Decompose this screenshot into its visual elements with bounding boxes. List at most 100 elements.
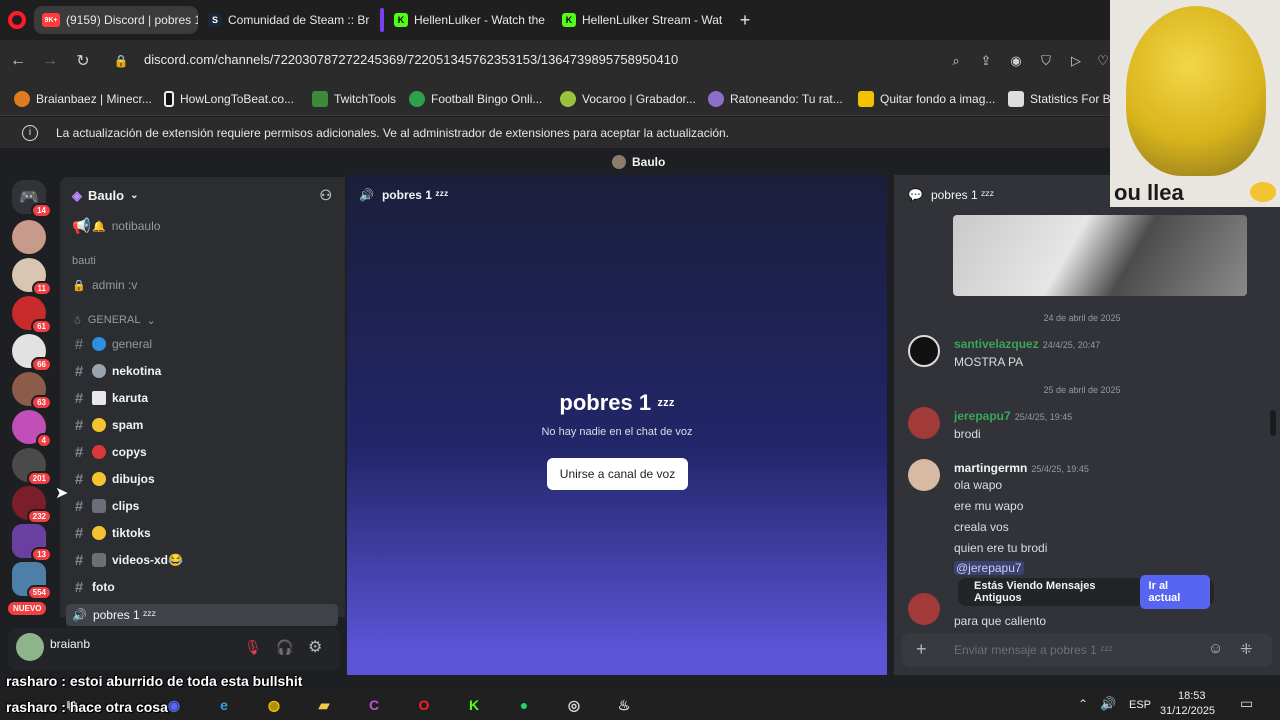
hash-icon: # — [74, 416, 84, 434]
send-icon[interactable]: ▷ — [1065, 50, 1087, 72]
channel-item-foto[interactable]: # foto — [72, 576, 115, 598]
bookmark-item[interactable]: HowLongToBeat.co... — [164, 91, 294, 107]
apps-icon[interactable]: ⁜ — [1240, 640, 1253, 658]
avatar[interactable] — [908, 593, 940, 625]
image-attachment[interactable] — [953, 215, 1247, 296]
forward-arrow-icon[interactable]: → — [39, 50, 61, 72]
minion-image — [1126, 6, 1266, 176]
bookmark-item[interactable]: Braianbaez | Minecr... — [14, 91, 152, 107]
channel-item-copys[interactable]: # copys — [72, 441, 147, 463]
server-icon[interactable]: 201 — [12, 448, 52, 486]
headphones-icon[interactable]: 🎧 — [276, 639, 293, 656]
invite-people-icon[interactable]: ⚇ — [319, 187, 332, 204]
bookmark-item[interactable]: Football Bingo Onli... — [409, 91, 542, 107]
chat-bubble-icon: 💬 — [908, 188, 923, 202]
canva-icon[interactable]: C — [362, 694, 386, 716]
jump-to-present-button[interactable]: Ir al actual — [1139, 575, 1210, 609]
notifications-icon[interactable]: ▭ — [1240, 695, 1253, 712]
author-name[interactable]: jerepapu7 — [954, 409, 1011, 423]
back-arrow-icon[interactable]: ← — [7, 50, 29, 72]
spotify-icon[interactable]: ● — [512, 694, 536, 716]
channel-item-general[interactable]: # general — [72, 333, 152, 355]
bookmark-item[interactable]: Quitar fondo a imag... — [858, 91, 995, 107]
avatar[interactable] — [908, 407, 940, 439]
message-input[interactable]: + Enviar mensaje a pobres 1 ᶻᶻᶻ ☺ ⁜ — [902, 633, 1272, 667]
avatar[interactable] — [908, 335, 940, 367]
message-header: santivelazquez 24/4/25, 20:47 — [954, 337, 1100, 351]
server-icon[interactable] — [12, 220, 46, 254]
channel-item-admin[interactable]: 🔒 admin :v — [72, 274, 137, 296]
bookmark-item[interactable]: Statistics For Be — [1008, 91, 1117, 107]
tray-chevron-icon[interactable]: ⌃ — [1078, 697, 1088, 711]
bookmark-item[interactable]: Vocaroo | Grabador... — [560, 91, 696, 107]
avatar[interactable] — [16, 633, 44, 661]
chrome-icon[interactable]: ◍ — [262, 694, 286, 716]
language-indicator[interactable]: ESP — [1129, 699, 1151, 711]
reload-icon[interactable]: ↻ — [72, 50, 94, 72]
mute-mic-icon[interactable]: 🎙 — [244, 639, 262, 656]
channel-item-videos-xd[interactable]: # videos-xd😂 — [72, 549, 183, 571]
kick-app-icon[interactable]: K — [462, 694, 486, 716]
clock-time[interactable]: 18:53 — [1178, 690, 1206, 702]
channel-item-dibujos[interactable]: # dibujos — [72, 468, 155, 490]
mention[interactable]: @jerepapu7 — [954, 561, 1024, 575]
voice-channel-pobres-1[interactable]: 🔊 pobres 1 ᶻᶻᶻ — [66, 604, 338, 626]
opera-logo-icon[interactable] — [8, 11, 26, 29]
gear-icon[interactable]: ⚙ — [308, 637, 322, 657]
server-icon[interactable]: 13 — [12, 524, 52, 562]
tab-kick-2[interactable]: K HellenLulker Stream - Wat — [554, 6, 728, 34]
camera-icon[interactable]: ◉ — [1005, 50, 1027, 72]
category-bauti[interactable]: bauti — [72, 255, 96, 267]
category-general[interactable]: ☃ GENERAL ⌄ — [72, 314, 156, 327]
new-badge[interactable]: NUEVO — [8, 602, 47, 615]
old-messages-bar: Estás Viendo Mensajes Antiguos Ir al act… — [958, 575, 1214, 609]
server-icon[interactable]: 11 — [12, 258, 52, 296]
avatar[interactable] — [908, 459, 940, 491]
server-icon[interactable]: 4 — [12, 410, 52, 448]
clock-date[interactable]: 31/12/2025 — [1160, 705, 1215, 717]
message-placeholder: Enviar mensaje a pobres 1 ᶻᶻᶻ — [954, 643, 1113, 657]
search-page-icon[interactable]: ⌕ — [945, 50, 967, 72]
opera-app-icon[interactable]: O — [412, 694, 436, 716]
chevron-down-icon: ⌄ — [130, 190, 139, 201]
server-icon[interactable]: 232 — [12, 486, 52, 524]
new-tab-plus-icon[interactable]: + — [734, 9, 756, 31]
obs-icon[interactable]: ◎ — [562, 694, 586, 716]
server-icon[interactable]: 66 — [12, 334, 52, 372]
file-explorer-icon[interactable]: ▰ — [312, 694, 336, 716]
author-name[interactable]: martingermn — [954, 461, 1027, 475]
server-icon[interactable]: 61 — [12, 296, 52, 334]
author-name[interactable]: santivelazquez — [954, 337, 1039, 351]
tab-kick-1[interactable]: K HellenLulker - Watch the — [386, 6, 552, 34]
server-header[interactable]: ◈ Baulo ⌄ ⚇ — [72, 187, 332, 204]
url-field[interactable]: discord.com/channels/722030787272245369/… — [144, 52, 678, 67]
server-icon[interactable]: 63 — [12, 372, 52, 410]
shield-icon[interactable]: ⛉ — [1035, 50, 1057, 72]
add-attachment-icon[interactable]: + — [916, 639, 927, 660]
scrollbar[interactable] — [1270, 410, 1276, 436]
volume-icon[interactable]: 🔊 — [1100, 696, 1116, 712]
channel-item-spam[interactable]: # spam — [72, 414, 144, 436]
server-list: 🎮 14 11 61 66 63 4 201 232 13 554 NUEVO — [0, 180, 60, 640]
steam-app-icon[interactable]: ♨ — [612, 694, 636, 716]
channel-item-karuta[interactable]: # karuta — [72, 387, 148, 409]
server-avatar-icon — [612, 155, 626, 169]
join-voice-button[interactable]: Unirse a canal de voz — [547, 458, 688, 490]
mouse-cursor-icon: ➤ — [55, 485, 69, 502]
tab-steam[interactable]: S Comunidad de Steam :: Br — [200, 6, 372, 34]
emoji-icon[interactable]: ☺ — [1208, 640, 1223, 657]
username[interactable]: braianb — [50, 637, 90, 651]
server-icon[interactable]: 554 — [12, 562, 52, 600]
home-dm-icon[interactable]: 🎮 14 — [12, 180, 52, 218]
share-icon[interactable]: ⇪ — [975, 50, 997, 72]
edge-icon[interactable]: e — [212, 694, 236, 716]
tab-discord[interactable]: 9K+ (9159) Discord | pobres 1 — [34, 6, 198, 34]
bookmarks-bar: Braianbaez | Minecr... HowLongToBeat.co.… — [0, 82, 1117, 116]
hash-icon: # — [74, 389, 84, 407]
bookmark-item[interactable]: TwitchTools — [312, 91, 396, 107]
channel-item-notibaulo[interactable]: 📢 🔔 notibaulo — [72, 215, 160, 237]
channel-item-nekotina[interactable]: # nekotina — [72, 360, 162, 382]
bookmark-item[interactable]: Ratoneando: Tu rat... — [708, 91, 843, 107]
channel-item-clips[interactable]: # clips — [72, 495, 140, 517]
channel-item-tiktoks[interactable]: # tiktoks — [72, 522, 151, 544]
